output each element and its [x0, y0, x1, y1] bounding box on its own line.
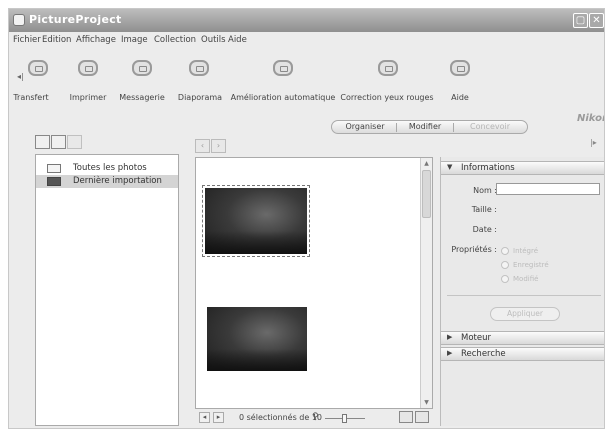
photo-image: [205, 188, 307, 254]
maximize-button[interactable]: ▢: [573, 13, 588, 28]
toolbar-aide-label[interactable]: Aide: [451, 93, 469, 102]
apply-button[interactable]: Appliquer: [490, 307, 560, 321]
menu-affichage[interactable]: Affichage: [76, 35, 116, 45]
name-field[interactable]: [496, 183, 600, 195]
previous-icon[interactable]: ◂: [199, 412, 210, 423]
photo-thumbnail[interactable]: [202, 185, 310, 257]
size-label: Taille :: [471, 205, 497, 214]
scroll-thumb[interactable]: [422, 170, 431, 218]
radio-label: Enregistré: [513, 261, 549, 269]
forward-button[interactable]: ›: [211, 139, 226, 153]
scroll-down-icon[interactable]: ▼: [422, 398, 431, 407]
expanded-arrow-icon: ▼: [447, 163, 453, 171]
date-label: Date :: [472, 225, 497, 234]
section-title: Moteur: [461, 333, 491, 343]
toolbar-imprimer-label[interactable]: Imprimer: [70, 93, 107, 102]
menu-image[interactable]: Image: [121, 35, 148, 45]
collection-list: Toutes les photos Dernière importation: [35, 154, 179, 426]
list-view-icon[interactable]: [415, 411, 429, 423]
expand-panel-icon[interactable]: |▸: [590, 138, 597, 147]
zoom-slider[interactable]: [325, 414, 365, 423]
photo-image: [207, 307, 307, 371]
toolbar-diaporama-label[interactable]: Diaporama: [178, 93, 222, 102]
properties-label: Propriétés :: [451, 245, 497, 254]
print-icon[interactable]: [78, 60, 98, 76]
back-button[interactable]: ‹: [195, 139, 210, 153]
delete-collection-icon[interactable]: [67, 135, 82, 149]
divider: [447, 295, 601, 296]
main-toolbar: Transfert Imprimer Messagerie Diaporama …: [9, 53, 604, 111]
thumbnail-browser: ▲ ▼: [195, 157, 433, 409]
new-collection-icon[interactable]: [51, 135, 66, 149]
tab-concevoir[interactable]: Concevoir: [470, 122, 510, 131]
auto-enhance-icon[interactable]: [273, 60, 293, 76]
radio-label: Modifié: [513, 275, 539, 283]
status-bar: ◂ ▸ 0 sélectionnés de 10 ⚲: [195, 410, 433, 426]
help-icon[interactable]: [450, 60, 470, 76]
menu-bar: Fichier Edition Affichage Image Collecti…: [9, 34, 604, 48]
tab-organiser[interactable]: Organiser: [345, 122, 384, 131]
collection-item-all[interactable]: Toutes les photos: [36, 162, 178, 175]
menu-collection[interactable]: Collection: [154, 35, 196, 45]
collapsed-arrow-icon: ▶: [447, 349, 453, 357]
collection-toolbar: [35, 134, 95, 152]
selection-count: 0 sélectionnés de 10: [239, 413, 323, 422]
radio-modifie[interactable]: [501, 275, 509, 283]
radio-label: Intégré: [513, 247, 539, 255]
window-title: PictureProject: [29, 13, 122, 26]
name-label: Nom :: [473, 186, 497, 195]
collapsed-arrow-icon: ▶: [447, 333, 453, 341]
new-folder-icon[interactable]: [35, 135, 50, 149]
toolbar-yeux-rouges-label[interactable]: Correction yeux rouges: [340, 93, 433, 102]
red-eye-icon[interactable]: [378, 60, 398, 76]
close-button[interactable]: ✕: [589, 13, 604, 28]
collection-label: Dernière importation: [73, 176, 162, 186]
app-window: PictureProject ▢ ✕ Fichier Edition Affic…: [8, 8, 605, 429]
slideshow-icon[interactable]: [189, 60, 209, 76]
toolbar-amelioration-label[interactable]: Amélioration automatique: [231, 93, 336, 102]
collection-label: Toutes les photos: [73, 163, 147, 173]
tab-separator: [396, 123, 397, 132]
title-bar: PictureProject ▢ ✕: [9, 9, 604, 32]
mode-tabs: Organiser Modifier Concevoir: [331, 120, 528, 134]
informations-header[interactable]: ▼ Informations: [441, 161, 604, 175]
collapse-toolbar-icon[interactable]: ◂|: [17, 72, 24, 81]
zoom-icon: ⚲: [312, 412, 319, 422]
zoom-slider-knob[interactable]: [342, 414, 347, 423]
browser-nav: ‹ ›: [195, 139, 235, 155]
toolbar-transfert-label[interactable]: Transfert: [13, 93, 48, 102]
moteur-header[interactable]: ▶ Moteur: [441, 331, 604, 345]
tab-modifier[interactable]: Modifier: [409, 122, 441, 131]
tab-separator: [453, 123, 454, 132]
mail-icon[interactable]: [132, 60, 152, 76]
recherche-header[interactable]: ▶ Recherche: [441, 347, 604, 361]
app-logo-icon: [13, 14, 25, 26]
section-title: Recherche: [461, 349, 506, 359]
radio-enregistre[interactable]: [501, 261, 509, 269]
toolbar-messagerie-label[interactable]: Messagerie: [119, 93, 165, 102]
grid-view-icon[interactable]: [399, 411, 413, 423]
menu-edition[interactable]: Edition: [42, 35, 71, 45]
brand-logo: Nikon: [577, 113, 604, 124]
menu-fichier[interactable]: Fichier: [13, 35, 41, 45]
collection-item-last-import[interactable]: Dernière importation: [36, 175, 178, 188]
photos-icon: [47, 164, 61, 173]
vertical-scrollbar[interactable]: ▲ ▼: [420, 158, 432, 408]
next-icon[interactable]: ▸: [213, 412, 224, 423]
menu-outils[interactable]: Outils: [201, 35, 226, 45]
info-panel: ▼ Informations Nom : Taille : Date : Pro…: [440, 157, 604, 426]
radio-integre[interactable]: [501, 247, 509, 255]
transfer-icon[interactable]: [28, 60, 48, 76]
section-title: Informations: [461, 163, 515, 173]
menu-aide[interactable]: Aide: [228, 35, 247, 45]
last-import-icon: [47, 177, 61, 186]
photo-thumbnail[interactable]: [204, 304, 310, 374]
scroll-up-icon[interactable]: ▲: [422, 159, 431, 168]
